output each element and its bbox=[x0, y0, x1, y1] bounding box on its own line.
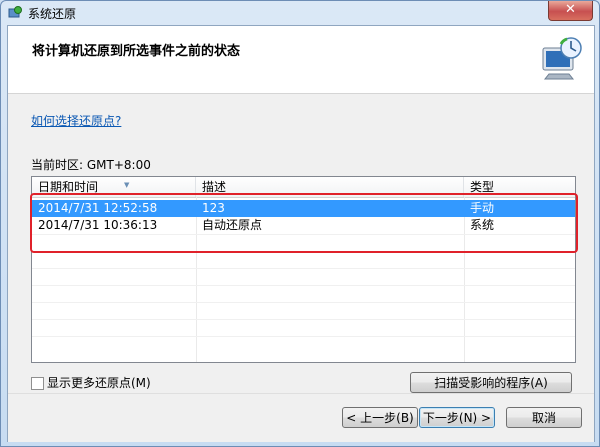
cancel-button[interactable]: 取消 bbox=[506, 407, 582, 428]
page-title: 将计算机还原到所选事件之前的状态 bbox=[32, 44, 241, 59]
timezone-label: 当前时区: GMT+8:00 bbox=[31, 158, 151, 172]
sort-arrow-icon: ▼ bbox=[124, 181, 130, 189]
system-restore-icon bbox=[8, 6, 22, 18]
help-link[interactable]: 如何选择还原点? bbox=[31, 112, 121, 129]
table-row[interactable]: 2014/7/31 12:52:58 123 手动 bbox=[32, 200, 575, 217]
system-restore-window: 系统还原 ✕ 将计算机还原到所选事件之前的状态 如何选择还原点? 当前时区: G… bbox=[0, 0, 600, 447]
cell-description: 123 bbox=[202, 201, 225, 215]
list-header: ▼ 日期和时间 描述 类型 bbox=[32, 177, 575, 198]
title-bar[interactable]: 系统还原 ✕ bbox=[1, 1, 599, 25]
wizard-footer: < 上一步(B) 下一步(N) > 取消 bbox=[8, 393, 594, 442]
column-header-type[interactable]: 类型 bbox=[464, 177, 575, 197]
cell-type: 系统 bbox=[470, 218, 495, 232]
wizard-client: 将计算机还原到所选事件之前的状态 如何选择还原点? 当前时区: GMT+8:00… bbox=[7, 25, 595, 442]
show-more-checkbox[interactable]: 显示更多还原点(M) bbox=[31, 374, 151, 391]
window-title: 系统还原 bbox=[28, 7, 77, 21]
row-divider bbox=[32, 336, 575, 337]
column-header-datetime[interactable]: ▼ 日期和时间 bbox=[32, 177, 196, 197]
column-header-label: 日期和时间 bbox=[38, 180, 99, 194]
checkbox-box[interactable] bbox=[31, 377, 44, 390]
cell-type: 手动 bbox=[470, 201, 495, 215]
row-divider bbox=[32, 234, 575, 235]
scan-affected-programs-button[interactable]: 扫描受影响的程序(A) bbox=[410, 372, 572, 393]
row-divider bbox=[32, 302, 575, 303]
close-button[interactable]: ✕ bbox=[548, 1, 593, 21]
computer-restore-icon bbox=[542, 37, 582, 80]
back-button[interactable]: < 上一步(B) bbox=[342, 407, 418, 428]
row-divider bbox=[32, 285, 575, 286]
next-button[interactable]: 下一步(N) > bbox=[419, 407, 495, 428]
cell-datetime: 2014/7/31 10:36:13 bbox=[38, 218, 158, 232]
wizard-body: 如何选择还原点? 当前时区: GMT+8:00 ▼ 日期和时间 描述 类型 20… bbox=[8, 94, 594, 393]
wizard-header: 将计算机还原到所选事件之前的状态 bbox=[8, 26, 594, 94]
column-header-description[interactable]: 描述 bbox=[196, 177, 464, 197]
row-divider bbox=[32, 268, 575, 269]
cell-datetime: 2014/7/31 12:52:58 bbox=[38, 201, 158, 215]
table-row[interactable]: 2014/7/31 10:36:13 自动还原点 系统 bbox=[32, 217, 575, 234]
show-more-label: 显示更多还原点(M) bbox=[47, 376, 151, 390]
restore-point-list[interactable]: ▼ 日期和时间 描述 类型 2014/7/31 12:52:58 123 手动 … bbox=[31, 176, 576, 363]
row-divider bbox=[32, 319, 575, 320]
cell-description: 自动还原点 bbox=[202, 218, 263, 232]
row-divider bbox=[32, 251, 575, 252]
